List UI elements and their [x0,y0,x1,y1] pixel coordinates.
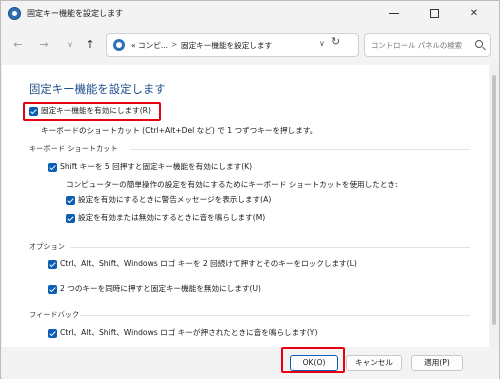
control-panel-icon [8,7,21,20]
cancel-button[interactable]: キャンセル [346,355,402,371]
section-divider [70,247,470,248]
turn-off-two-keys-checkbox[interactable] [48,285,57,294]
section-heading-options: オプション [29,242,65,251]
control-panel-icon [113,39,125,51]
settings-window: 固定キー機能を設定します ✕ ← → ∨ ↑ « コンピ... > 固定キー機能… [0,0,500,379]
dialog-footer: OK(O) キャンセル 適用(P) [2,347,499,379]
minimize-icon [389,12,399,14]
section-divider [80,315,470,316]
up-icon[interactable]: ↑ [83,38,97,52]
close-icon: ✕ [469,8,479,19]
warning-message-checkbox[interactable] [66,196,75,205]
settings-content: 固定キー機能を設定します 固定キー機能を有効にします(R) キーボードのショート… [2,65,489,347]
recent-locations-icon[interactable]: ∨ [63,38,77,52]
lock-modifier-keys-label[interactable]: Ctrl、Alt、Shift、Windows ロゴ キーを 2 回続けて押すとそ… [60,258,357,269]
window-title: 固定キー機能を設定します [27,9,123,18]
search-box[interactable] [364,33,491,57]
address-bar[interactable]: « コンピ... > 固定キー機能を設定します ∨ [106,33,359,57]
back-icon[interactable]: ← [11,38,25,52]
search-input[interactable] [371,38,471,52]
turn-off-two-keys-label[interactable]: 2 つのキーを同時に押すと固定キー機能を無効にします(U) [60,283,261,294]
maximize-button[interactable] [419,3,449,25]
section-heading-feedback: フィードバック [29,310,80,319]
shift-five-times-checkbox[interactable] [48,163,57,172]
shift-five-times-label[interactable]: Shift キーを 5 回押すと固定キー機能を有効にします(K) [60,161,252,172]
lock-modifier-keys-checkbox[interactable] [48,260,57,269]
navigation-row: ← → ∨ ↑ « コンピ... > 固定キー機能を設定します ∨ [1,27,499,65]
chevron-down-icon[interactable]: ∨ [319,39,325,48]
title-bar: 固定キー機能を設定します ✕ [1,1,499,27]
scrollbar-thumb[interactable] [492,75,496,325]
section-heading-keyboard-shortcut: キーボード ショートカット [29,144,118,153]
refresh-icon[interactable]: ↻ [331,35,340,48]
sound-on-toggle-label[interactable]: 設定を有効または無効にするときに音を鳴らします(M) [78,212,265,223]
shortcut-note: コンピューターの簡単操作の設定を有効にするためにキーボード ショートカットを使用… [66,180,398,189]
page-title: 固定キー機能を設定します [29,82,166,96]
section-divider [130,149,470,150]
close-button[interactable]: ✕ [459,3,489,25]
beep-on-modifier-checkbox[interactable] [48,329,57,338]
enable-sticky-keys-label[interactable]: 固定キー機能を有効にします(R) [41,105,151,116]
highlight-frame [281,347,345,373]
breadcrumb-current[interactable]: 固定キー機能を設定します [181,40,272,51]
warning-message-label[interactable]: 設定を有効にするときに警告メッセージを表示します(A) [78,194,271,205]
breadcrumb-separator[interactable]: > [171,40,177,49]
beep-on-modifier-label[interactable]: Ctrl、Alt、Shift、Windows ロゴ キーが押されたときに音を鳴ら… [60,327,317,338]
vertical-scrollbar[interactable] [490,65,499,347]
apply-button[interactable]: 適用(P) [411,355,463,371]
enable-sticky-keys-checkbox[interactable] [29,107,38,116]
maximize-icon [429,8,439,18]
breadcrumb-parent[interactable]: « コンピ... [131,40,168,51]
sound-on-toggle-checkbox[interactable] [66,214,75,223]
search-icon[interactable] [475,40,483,48]
forward-icon[interactable]: → [37,38,51,52]
sticky-keys-description: キーボードのショートカット (Ctrl+Alt+Del など) で 1 つずつキ… [41,126,318,135]
minimize-button[interactable] [379,3,409,25]
